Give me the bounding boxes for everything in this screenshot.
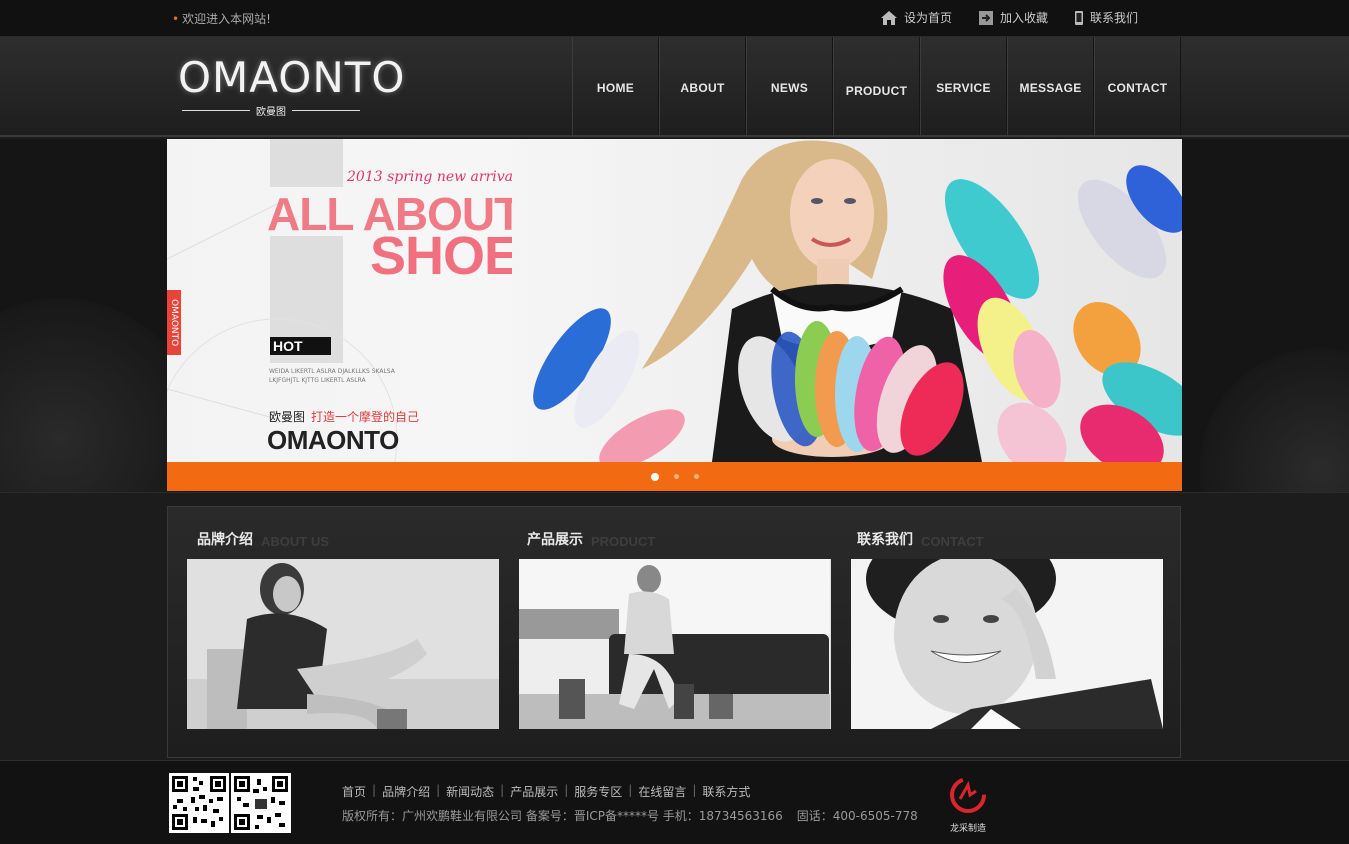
contact-photo[interactable] [851, 559, 1163, 729]
footer-link-news[interactable]: 新闻动态 [446, 783, 494, 800]
footer-link-service[interactable]: 服务专区 [574, 783, 622, 800]
set-homepage-label: 设为首页 [904, 11, 953, 25]
product-photo[interactable] [519, 559, 831, 729]
slide-dot-1[interactable] [650, 472, 659, 481]
product-section-title[interactable]: 产品展示 PRODUCT [527, 529, 655, 549]
main-nav: HOME ABOUT NEWS PRODUCT SERVICE MESSAGE … [572, 37, 1181, 135]
banner-slide[interactable]: 2013 spring new arrivals ALL ABOUT SHOES… [167, 139, 1182, 462]
add-favorite-link[interactable]: 加入收藏 [978, 9, 1048, 26]
nav-home[interactable]: HOME [572, 37, 659, 135]
footer-links: 首页 | 品牌介绍 | 新闻动态 | 产品展示 | 服务专区 | 在线留言 | 联系方式 [342, 783, 751, 800]
welcome-text: • 欢迎进入本网站! [172, 12, 271, 26]
contact-section-title[interactable]: 联系我们 CONTACT [857, 529, 984, 549]
maker-logo[interactable]: 龙采制造 [945, 775, 991, 834]
bookmark-icon [979, 10, 994, 25]
nav-about[interactable]: ABOUT [659, 37, 746, 135]
top-links: 设为首页 加入收藏 联系我们 [880, 9, 1138, 26]
hot-badge: HOT [270, 337, 331, 355]
footer-link-message[interactable]: 在线留言 [638, 783, 686, 800]
about-photo[interactable] [187, 559, 499, 729]
slider-dots [167, 462, 1182, 491]
slide-dot-3[interactable] [693, 474, 699, 479]
nav-service[interactable]: SERVICE [920, 37, 1007, 135]
top-bar: • 欢迎进入本网站! 设为首页 加入收藏 联系我们 [0, 0, 1349, 37]
model-with-shoes-photo [512, 139, 1182, 462]
add-favorite-label: 加入收藏 [1000, 11, 1049, 25]
qr-code-site [231, 773, 291, 833]
site-logo[interactable]: OMAONTO 欧曼图 [178, 53, 406, 123]
header: OMAONTO 欧曼图 HOME ABOUT NEWS PRODUCT SERV… [0, 37, 1349, 137]
side-tab[interactable]: OMAONTO [167, 290, 181, 355]
banner-brand-cn: 欧曼图 打造一个摩登的自己 [269, 410, 420, 424]
slide-dot-2[interactable] [673, 474, 679, 479]
maker-label: 龙采制造 [949, 824, 986, 834]
nav-contact[interactable]: CONTACT [1094, 37, 1181, 135]
nav-news[interactable]: NEWS [746, 37, 833, 135]
contact-us-link[interactable]: 联系我们 [1074, 9, 1138, 26]
footer-link-contact[interactable]: 联系方式 [702, 783, 750, 800]
copyright-text: 版权所有：广州欢鹏鞋业有限公司 备案号：晋ICP备*****号 手机：18734… [342, 809, 918, 823]
footer-link-home[interactable]: 首页 [342, 783, 366, 800]
content-panel: 品牌介绍 ABOUT US 产品展示 PRODUCT 联系我们 CONTACT [167, 506, 1181, 758]
about-section-title[interactable]: 品牌介绍 ABOUT US [197, 529, 329, 549]
phone-icon [1075, 10, 1084, 25]
set-homepage-link[interactable]: 设为首页 [880, 9, 952, 26]
banner-tagline: 2013 spring new arrivals [347, 169, 525, 185]
footer: 首页 | 品牌介绍 | 新闻动态 | 产品展示 | 服务专区 | 在线留言 | 联系方式 版… [0, 760, 1349, 844]
nav-product[interactable]: PRODUCT [833, 37, 920, 135]
footer-link-brand[interactable]: 品牌介绍 [382, 783, 430, 800]
banner-fine-print: WEIDA LIKERTL ASLRA DJALKLLKS SKALSA LKJ… [269, 368, 395, 384]
logo-subtitle: 欧曼图 [182, 103, 378, 118]
dragon-logo-icon [950, 777, 986, 813]
banner-brand-name: OMAONTO [267, 425, 399, 455]
logo-text: OMAONTO [178, 53, 406, 102]
contact-us-label: 联系我们 [1090, 11, 1139, 25]
home-icon [881, 10, 897, 25]
footer-link-products[interactable]: 产品展示 [510, 783, 558, 800]
hotline-text: 固话：400-6505-778 [796, 809, 918, 823]
nav-message[interactable]: MESSAGE [1007, 37, 1094, 135]
qr-code-wechat [169, 773, 229, 833]
